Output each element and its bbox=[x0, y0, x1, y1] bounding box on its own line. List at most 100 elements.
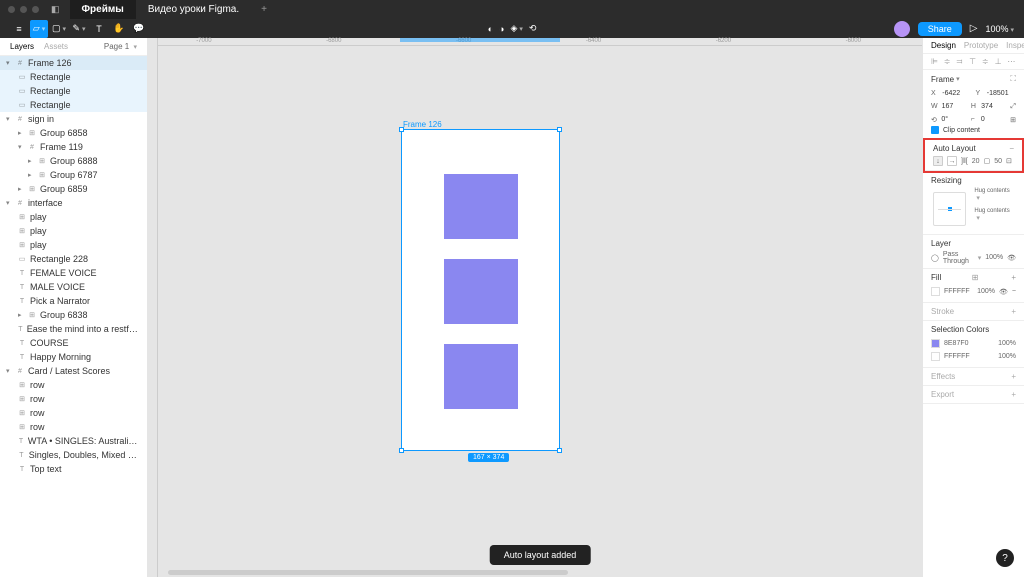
move-tool[interactable]: ▱▾ bbox=[30, 20, 48, 38]
resize-handle-tl[interactable] bbox=[399, 127, 404, 132]
canvas-rectangle[interactable] bbox=[444, 344, 518, 409]
canvas-rectangle[interactable] bbox=[444, 259, 518, 324]
layer-text[interactable]: TEase the mind into a restful night's sl… bbox=[0, 322, 147, 336]
figma-logo-icon[interactable]: ◧ bbox=[51, 4, 60, 15]
y-input[interactable]: -18501 bbox=[987, 90, 1016, 97]
fill-add-button[interactable]: + bbox=[1011, 273, 1016, 282]
fill-style-button[interactable]: ⊞ bbox=[972, 273, 979, 282]
menu-button[interactable]: ≡ bbox=[10, 20, 28, 38]
distribute-icon[interactable]: ⋯ bbox=[1007, 57, 1016, 66]
visibility-icon[interactable]: 👁 bbox=[1007, 254, 1016, 262]
layer-row[interactable]: ⊞row bbox=[0, 406, 147, 420]
component-icon[interactable]: ◈▾ bbox=[510, 23, 522, 34]
fit-icon[interactable]: ⛶ bbox=[1010, 74, 1016, 84]
layer-signin[interactable]: ▾#sign in bbox=[0, 112, 147, 126]
layer-row[interactable]: ⊞row bbox=[0, 378, 147, 392]
layer-play[interactable]: ⊞play bbox=[0, 224, 147, 238]
resize-handle-tr[interactable] bbox=[557, 127, 562, 132]
blend-select[interactable]: Pass Through bbox=[943, 251, 972, 265]
align-top-icon[interactable]: ⊤ bbox=[969, 57, 978, 66]
assets-tab[interactable]: Assets bbox=[44, 42, 68, 51]
padding-input[interactable]: 50 bbox=[994, 158, 1002, 165]
effects-add-button[interactable]: + bbox=[1011, 372, 1016, 381]
align-bottom-icon[interactable]: ⊥ bbox=[995, 57, 1004, 66]
horizontal-scrollbar[interactable] bbox=[168, 570, 568, 575]
share-button[interactable]: Share bbox=[918, 22, 962, 36]
user-avatar[interactable] bbox=[894, 21, 910, 37]
tab-add-button[interactable]: + bbox=[251, 4, 277, 15]
layer-text[interactable]: THappy Morning bbox=[0, 350, 147, 364]
prototype-tab[interactable]: Prototype bbox=[964, 41, 998, 50]
layer-text[interactable]: TWTA • SINGLES: Australia Open, hard bbox=[0, 434, 147, 448]
layer-text[interactable]: TMALE VOICE bbox=[0, 280, 147, 294]
layer-text[interactable]: TPick a Narrator bbox=[0, 294, 147, 308]
align-vcenter-icon[interactable]: ≑ bbox=[982, 57, 991, 66]
traffic-lights[interactable] bbox=[8, 6, 39, 13]
reset-icon[interactable]: ⟲ bbox=[529, 23, 537, 34]
resize-handle-bl[interactable] bbox=[399, 448, 404, 453]
align-right-icon[interactable]: ⫤ bbox=[956, 57, 965, 66]
autolayout-remove-button[interactable]: − bbox=[1009, 144, 1014, 153]
resize-w-select[interactable]: Hug contents ▾ bbox=[974, 188, 1016, 202]
resizing-control[interactable] bbox=[933, 192, 966, 226]
alignment-button[interactable]: ⊡ bbox=[1006, 157, 1012, 165]
corners-icon[interactable]: ⊞ bbox=[1010, 116, 1016, 124]
layer-text[interactable]: TFEMALE VOICE bbox=[0, 266, 147, 280]
direction-horizontal-button[interactable]: → bbox=[947, 156, 957, 166]
layer-interface[interactable]: ▾#interface bbox=[0, 196, 147, 210]
fill-hex-input[interactable]: FFFFFF bbox=[944, 288, 970, 295]
clip-checkbox[interactable] bbox=[931, 126, 939, 134]
pen-tool[interactable]: ✎▾ bbox=[70, 20, 88, 38]
align-left-icon[interactable]: ⊫ bbox=[931, 57, 940, 66]
x-input[interactable]: -6422 bbox=[942, 90, 971, 97]
fill-color-swatch[interactable] bbox=[931, 287, 940, 296]
spacing-input[interactable]: 20 bbox=[972, 158, 980, 165]
align-hcenter-icon[interactable]: ≑ bbox=[944, 57, 953, 66]
layer-frame119[interactable]: ▾#Frame 119 bbox=[0, 140, 147, 154]
layer-frame126[interactable]: ▾#Frame 126 bbox=[0, 56, 147, 70]
layer-play[interactable]: ⊞play bbox=[0, 238, 147, 252]
layer-play[interactable]: ⊞play bbox=[0, 210, 147, 224]
canvas[interactable]: -7000 -6800 -6600 -6400 -6200 -6000 Fram… bbox=[158, 38, 922, 577]
hand-tool[interactable]: ✋ bbox=[110, 20, 128, 38]
design-tab[interactable]: Design bbox=[931, 41, 956, 50]
layer-text[interactable]: TTop text bbox=[0, 462, 147, 476]
layer-group[interactable]: ▸⊞Group 6787 bbox=[0, 168, 147, 182]
resize-h-select[interactable]: Hug contents ▾ bbox=[974, 208, 1016, 222]
link-icon[interactable]: ⤢ bbox=[1010, 103, 1016, 111]
layer-card-scores[interactable]: ▾#Card / Latest Scores bbox=[0, 364, 147, 378]
export-add-button[interactable]: + bbox=[1011, 390, 1016, 399]
tab-active[interactable]: Фреймы bbox=[70, 0, 136, 19]
layer-text[interactable]: TSingles, Doubles, Mixed Doubles bbox=[0, 448, 147, 462]
layer-group[interactable]: ▸⊞Group 6838 bbox=[0, 308, 147, 322]
layer-rect[interactable]: ▭Rectangle bbox=[0, 84, 147, 98]
text-tool[interactable]: T bbox=[90, 20, 108, 38]
present-button[interactable]: ▷ bbox=[970, 23, 978, 34]
tab-secondary[interactable]: Видео уроки Figma. bbox=[136, 0, 251, 19]
remove-fill-button[interactable]: − bbox=[1012, 288, 1016, 295]
h-input[interactable]: 374 bbox=[981, 103, 1006, 110]
layer-text[interactable]: TCOURSE bbox=[0, 336, 147, 350]
layer-rect[interactable]: ▭Rectangle bbox=[0, 98, 147, 112]
layer-rect228[interactable]: ▭Rectangle 228 bbox=[0, 252, 147, 266]
frame-tool[interactable]: ▢▾ bbox=[50, 20, 68, 38]
selcolor-swatch[interactable] bbox=[931, 339, 940, 348]
layers-tab[interactable]: Layers bbox=[10, 42, 34, 51]
visibility-icon[interactable]: 👁 bbox=[999, 288, 1008, 296]
stroke-add-button[interactable]: + bbox=[1011, 307, 1016, 316]
selcolor-swatch[interactable] bbox=[931, 352, 940, 361]
layer-group[interactable]: ▸⊞Group 6859 bbox=[0, 182, 147, 196]
inspect-tab[interactable]: Inspect bbox=[1006, 41, 1024, 50]
layer-row[interactable]: ⊞row bbox=[0, 392, 147, 406]
page-selector[interactable]: Page 1 ▾ bbox=[104, 42, 137, 51]
opacity-input[interactable]: 100% bbox=[985, 254, 1003, 261]
canvas-rectangle[interactable] bbox=[444, 174, 518, 239]
layer-rect[interactable]: ▭Rectangle bbox=[0, 70, 147, 84]
mask-icon[interactable]: ◐ bbox=[488, 24, 493, 34]
blend-icon[interactable]: ◯ bbox=[931, 254, 939, 262]
resize-handle-br[interactable] bbox=[557, 448, 562, 453]
layer-row[interactable]: ⊞row bbox=[0, 420, 147, 434]
canvas-frame-label[interactable]: Frame 126 bbox=[403, 120, 442, 129]
rotation-input[interactable]: 0° bbox=[941, 116, 966, 123]
selected-frame[interactable] bbox=[401, 129, 560, 451]
